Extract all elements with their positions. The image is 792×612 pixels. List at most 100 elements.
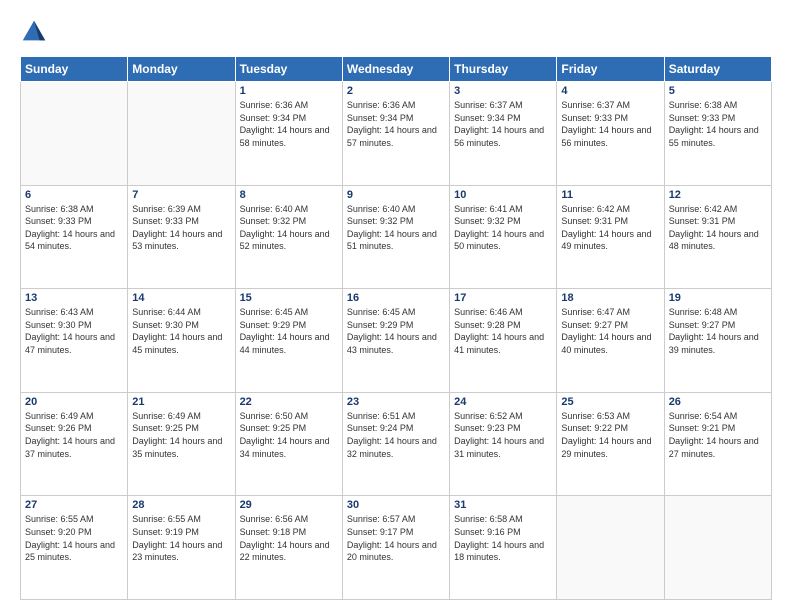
page: SundayMondayTuesdayWednesdayThursdayFrid… [0,0,792,612]
day-number: 29 [240,499,338,511]
day-number: 11 [561,189,659,201]
day-info: Sunrise: 6:50 AM Sunset: 9:25 PM Dayligh… [240,410,338,460]
day-info: Sunrise: 6:40 AM Sunset: 9:32 PM Dayligh… [347,203,445,253]
day-info: Sunrise: 6:55 AM Sunset: 9:19 PM Dayligh… [132,513,230,563]
day-cell: 16 Sunrise: 6:45 AM Sunset: 9:29 PM Dayli… [342,289,449,393]
day-info: Sunrise: 6:37 AM Sunset: 9:34 PM Dayligh… [454,99,552,149]
day-info: Sunrise: 6:56 AM Sunset: 9:18 PM Dayligh… [240,513,338,563]
day-number: 7 [132,189,230,201]
day-number: 13 [25,292,123,304]
day-number: 15 [240,292,338,304]
day-info: Sunrise: 6:44 AM Sunset: 9:30 PM Dayligh… [132,306,230,356]
day-cell: 10 Sunrise: 6:41 AM Sunset: 9:32 PM Dayli… [450,185,557,289]
day-info: Sunrise: 6:36 AM Sunset: 9:34 PM Dayligh… [347,99,445,149]
day-number: 5 [669,85,767,97]
day-info: Sunrise: 6:40 AM Sunset: 9:32 PM Dayligh… [240,203,338,253]
day-cell: 13 Sunrise: 6:43 AM Sunset: 9:30 PM Dayli… [21,289,128,393]
day-cell [21,82,128,186]
day-cell: 15 Sunrise: 6:45 AM Sunset: 9:29 PM Dayli… [235,289,342,393]
day-cell: 1 Sunrise: 6:36 AM Sunset: 9:34 PM Daylig… [235,82,342,186]
day-number: 30 [347,499,445,511]
day-number: 20 [25,396,123,408]
day-info: Sunrise: 6:39 AM Sunset: 9:33 PM Dayligh… [132,203,230,253]
calendar-body: 1 Sunrise: 6:36 AM Sunset: 9:34 PM Daylig… [21,82,772,600]
day-cell: 11 Sunrise: 6:42 AM Sunset: 9:31 PM Dayli… [557,185,664,289]
day-number: 19 [669,292,767,304]
day-cell: 18Sunrise: 6:47 AM Sunset: 9:27 PM Dayli… [557,289,664,393]
col-header-monday: Monday [128,57,235,82]
week-row-5: 27Sunrise: 6:55 AM Sunset: 9:20 PM Dayli… [21,496,772,600]
day-cell: 8 Sunrise: 6:40 AM Sunset: 9:32 PM Daylig… [235,185,342,289]
day-info: Sunrise: 6:47 AM Sunset: 9:27 PM Dayligh… [561,306,659,356]
day-info: Sunrise: 6:38 AM Sunset: 9:33 PM Dayligh… [25,203,123,253]
day-cell: 6 Sunrise: 6:38 AM Sunset: 9:33 PM Daylig… [21,185,128,289]
day-info: Sunrise: 6:49 AM Sunset: 9:25 PM Dayligh… [132,410,230,460]
day-cell: 23 Sunrise: 6:51 AM Sunset: 9:24 PM Dayli… [342,392,449,496]
day-info: Sunrise: 6:45 AM Sunset: 9:29 PM Dayligh… [347,306,445,356]
day-number: 23 [347,396,445,408]
logo-icon [20,18,48,46]
day-info: Sunrise: 6:51 AM Sunset: 9:24 PM Dayligh… [347,410,445,460]
day-info: Sunrise: 6:42 AM Sunset: 9:31 PM Dayligh… [669,203,767,253]
day-number: 14 [132,292,230,304]
day-number: 16 [347,292,445,304]
day-cell: 31 Sunrise: 6:58 AM Sunset: 9:16 PM Dayli… [450,496,557,600]
day-cell: 21 Sunrise: 6:49 AM Sunset: 9:25 PM Dayli… [128,392,235,496]
day-number: 2 [347,85,445,97]
day-cell: 7 Sunrise: 6:39 AM Sunset: 9:33 PM Daylig… [128,185,235,289]
day-info: Sunrise: 6:42 AM Sunset: 9:31 PM Dayligh… [561,203,659,253]
day-number: 26 [669,396,767,408]
week-row-1: 1 Sunrise: 6:36 AM Sunset: 9:34 PM Daylig… [21,82,772,186]
day-cell [557,496,664,600]
day-number: 25 [561,396,659,408]
day-cell: 29 Sunrise: 6:56 AM Sunset: 9:18 PM Dayli… [235,496,342,600]
day-cell: 28 Sunrise: 6:55 AM Sunset: 9:19 PM Dayli… [128,496,235,600]
col-header-sunday: Sunday [21,57,128,82]
day-number: 4 [561,85,659,97]
day-number: 31 [454,499,552,511]
day-number: 8 [240,189,338,201]
day-info: Sunrise: 6:43 AM Sunset: 9:30 PM Dayligh… [25,306,123,356]
day-cell: 5 Sunrise: 6:38 AM Sunset: 9:33 PM Daylig… [664,82,771,186]
calendar-table: SundayMondayTuesdayWednesdayThursdayFrid… [20,56,772,600]
day-number: 10 [454,189,552,201]
day-number: 21 [132,396,230,408]
day-number: 6 [25,189,123,201]
day-info: Sunrise: 6:58 AM Sunset: 9:16 PM Dayligh… [454,513,552,563]
day-info: Sunrise: 6:55 AM Sunset: 9:20 PM Dayligh… [25,513,123,563]
week-row-4: 20 Sunrise: 6:49 AM Sunset: 9:26 PM Dayli… [21,392,772,496]
day-cell: 3 Sunrise: 6:37 AM Sunset: 9:34 PM Daylig… [450,82,557,186]
day-number: 24 [454,396,552,408]
day-cell: 25Sunrise: 6:53 AM Sunset: 9:22 PM Dayli… [557,392,664,496]
day-cell: 24 Sunrise: 6:52 AM Sunset: 9:23 PM Dayli… [450,392,557,496]
week-row-2: 6 Sunrise: 6:38 AM Sunset: 9:33 PM Daylig… [21,185,772,289]
col-header-thursday: Thursday [450,57,557,82]
day-info: Sunrise: 6:57 AM Sunset: 9:17 PM Dayligh… [347,513,445,563]
day-info: Sunrise: 6:48 AM Sunset: 9:27 PM Dayligh… [669,306,767,356]
day-info: Sunrise: 6:45 AM Sunset: 9:29 PM Dayligh… [240,306,338,356]
day-cell: 14 Sunrise: 6:44 AM Sunset: 9:30 PM Dayli… [128,289,235,393]
day-info: Sunrise: 6:38 AM Sunset: 9:33 PM Dayligh… [669,99,767,149]
day-info: Sunrise: 6:49 AM Sunset: 9:26 PM Dayligh… [25,410,123,460]
day-cell: 30 Sunrise: 6:57 AM Sunset: 9:17 PM Dayli… [342,496,449,600]
col-header-saturday: Saturday [664,57,771,82]
col-header-tuesday: Tuesday [235,57,342,82]
day-info: Sunrise: 6:41 AM Sunset: 9:32 PM Dayligh… [454,203,552,253]
day-cell [128,82,235,186]
col-header-wednesday: Wednesday [342,57,449,82]
day-number: 3 [454,85,552,97]
day-info: Sunrise: 6:36 AM Sunset: 9:34 PM Dayligh… [240,99,338,149]
day-cell: 17Sunrise: 6:46 AM Sunset: 9:28 PM Dayli… [450,289,557,393]
day-cell: 9Sunrise: 6:40 AM Sunset: 9:32 PM Daylig… [342,185,449,289]
calendar-header: SundayMondayTuesdayWednesdayThursdayFrid… [21,57,772,82]
day-number: 1 [240,85,338,97]
day-cell: 4 Sunrise: 6:37 AM Sunset: 9:33 PM Daylig… [557,82,664,186]
day-cell: 12Sunrise: 6:42 AM Sunset: 9:31 PM Dayli… [664,185,771,289]
day-number: 28 [132,499,230,511]
day-number: 17 [454,292,552,304]
day-info: Sunrise: 6:37 AM Sunset: 9:33 PM Dayligh… [561,99,659,149]
week-row-3: 13 Sunrise: 6:43 AM Sunset: 9:30 PM Dayli… [21,289,772,393]
day-info: Sunrise: 6:54 AM Sunset: 9:21 PM Dayligh… [669,410,767,460]
day-info: Sunrise: 6:52 AM Sunset: 9:23 PM Dayligh… [454,410,552,460]
day-cell [664,496,771,600]
